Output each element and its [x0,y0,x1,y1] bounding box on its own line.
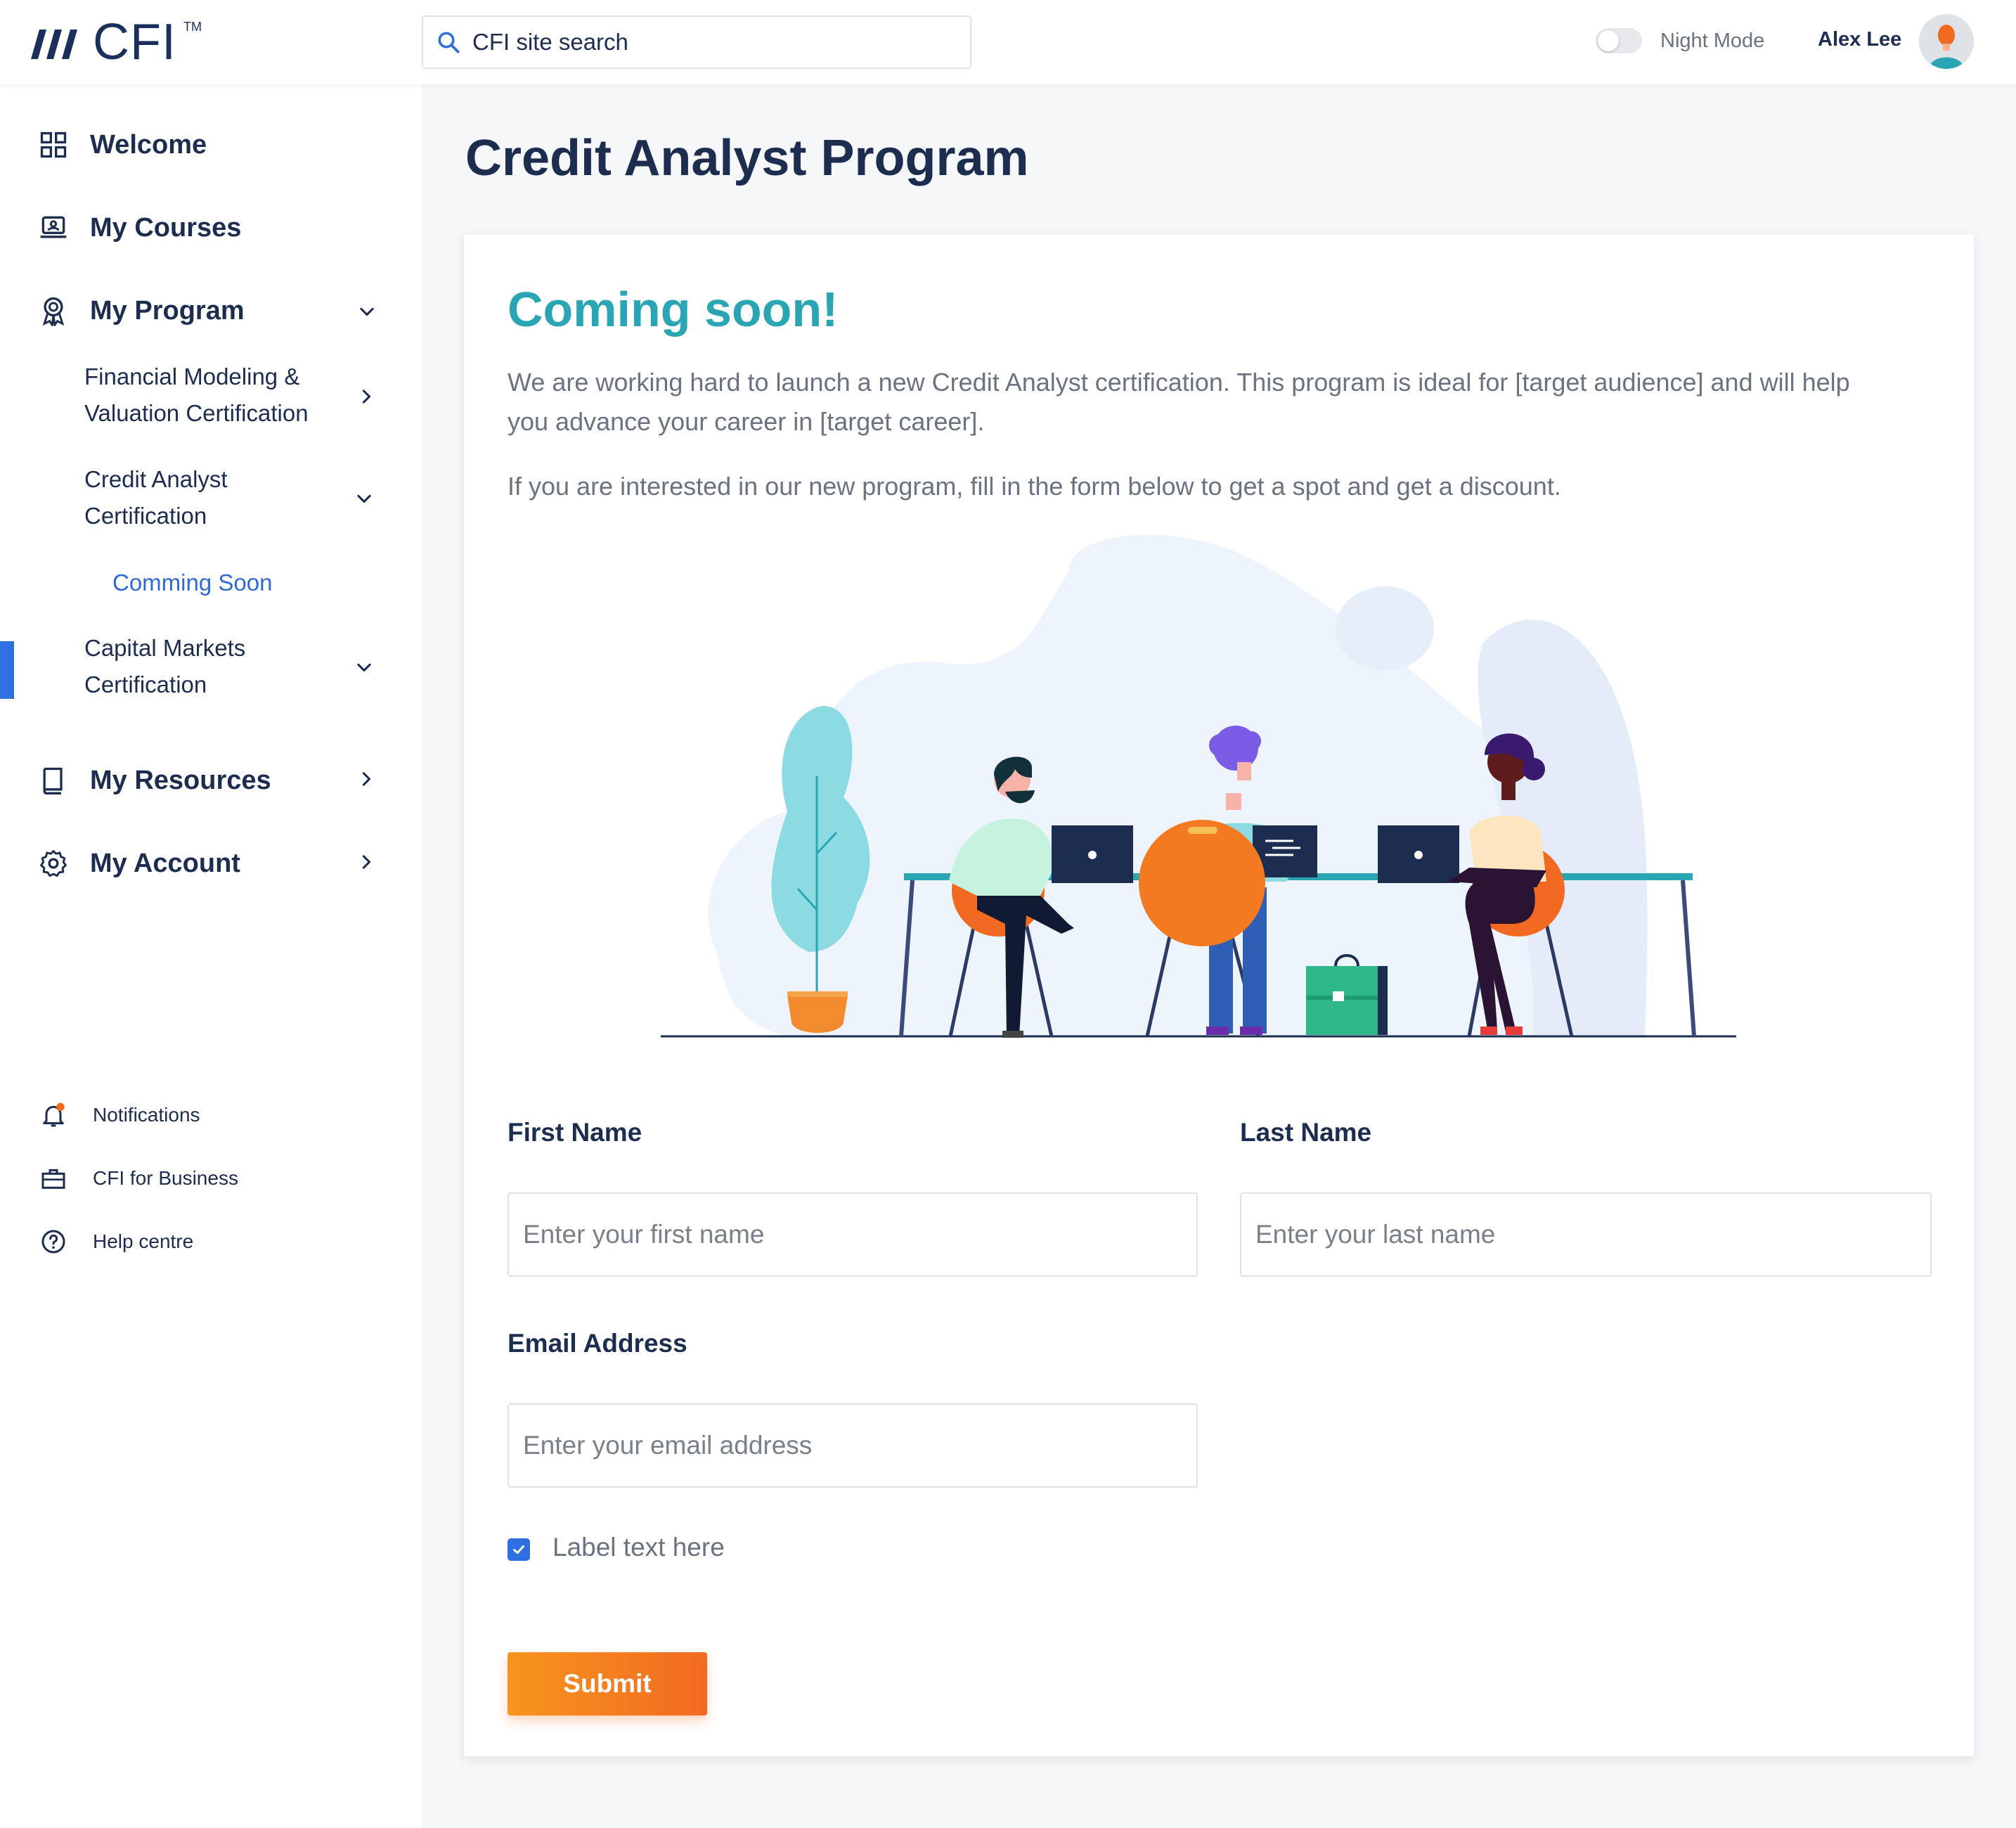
help-icon [41,1230,65,1254]
search-input[interactable]: CFI site search [472,29,628,56]
coming-soon-card: Coming soon! We are working hard to laun… [464,235,1974,1756]
briefcase-illustration [1306,954,1388,1035]
laptop-icon [40,216,67,238]
sidebar-item-my-resources[interactable]: My Resources [38,765,271,796]
gear-icon [40,850,67,877]
coming-soon-heading: Coming soon! [508,282,839,337]
night-mode-label: Night Mode [1660,29,1765,52]
grid-icon [40,131,67,158]
book-icon [43,767,63,794]
logo-trademark: TM [183,20,202,34]
consent-checkbox-label[interactable]: Label text here [553,1533,725,1562]
sidebar-item-label: My Courses [90,212,242,243]
sidebar-subitem-credit-analyst[interactable]: Credit Analyst Certification [84,461,323,534]
top-bar: CFI TM CFI site search Night Mode Alex L… [0,0,2016,84]
email-input[interactable] [508,1403,1198,1488]
page-title: Credit Analyst Program [465,130,1029,186]
sidebar-item-label: Welcome [90,129,207,160]
team-working-illustration [661,534,1736,1038]
sidebar-item-label: My Program [90,295,245,326]
sidebar-footer-help-centre[interactable]: Help centre [39,1228,193,1256]
sidebar-subitem-financial-modeling[interactable]: Financial Modeling & Valuation Certifica… [84,359,351,432]
plant-pot-rim [787,991,848,997]
sidebar-footer-label: Help centre [93,1230,194,1252]
submit-button[interactable]: Submit [508,1652,707,1716]
sidebar-item-label: My Resources [90,765,271,795]
sidebar-item-my-program[interactable]: My Program [38,295,245,326]
sidebar-subitem-capital-markets[interactable]: Capital Markets Certification [84,630,323,703]
chevron-down-icon[interactable] [354,489,374,509]
chevron-down-icon[interactable] [354,658,374,678]
user-name[interactable]: Alex Lee [1818,28,1901,51]
chevron-right-icon[interactable] [357,852,377,872]
program-form-intro: If you are interested in our new program… [508,472,1561,501]
background-circle [1336,586,1434,671]
last-name-label: Last Name [1240,1118,1372,1147]
program-description: We are working hard to launch a new Cred… [508,368,1850,436]
sidebar-item-welcome[interactable]: Welcome [38,129,207,160]
user-avatar-icon [1919,14,1974,69]
briefcase-icon [41,1169,65,1189]
sidebar-item-my-courses[interactable]: My Courses [38,212,241,243]
last-name-input[interactable] [1240,1192,1932,1277]
plant-pot [787,996,848,1033]
checkmark-icon [513,1545,524,1555]
night-mode-toggle[interactable] [1596,28,1642,53]
sidebar-footer-notifications[interactable]: Notifications [39,1101,200,1129]
award-icon [42,297,65,326]
chevron-down-icon[interactable] [357,302,377,322]
sidebar-footer-label: CFI for Business [93,1167,238,1189]
email-label: Email Address [508,1329,687,1358]
sidebar: Welcome My Courses My Program Financial … [0,84,422,1828]
consent-checkbox[interactable] [508,1538,530,1561]
night-mode[interactable]: Night Mode [1596,28,1764,53]
avatar[interactable] [1919,14,1974,69]
toggle-knob [1598,30,1619,51]
cfi-logo[interactable]: CFI TM [30,14,202,70]
active-indicator [0,641,14,699]
sidebar-footer-label: Notifications [93,1104,200,1126]
table-leg-right [1681,880,1696,1037]
chevron-right-icon[interactable] [357,769,377,789]
chevron-right-icon[interactable] [357,387,377,406]
logo-mark-icon [31,30,77,59]
first-name-label: First Name [508,1118,642,1147]
sidebar-subitem-coming-soon[interactable]: Comming Soon [112,569,272,596]
logo-text: CFI [93,14,176,70]
first-name-input[interactable] [508,1192,1198,1277]
site-search[interactable]: CFI site search [422,15,971,69]
sidebar-footer-cfi-for-business[interactable]: CFI for Business [39,1164,238,1192]
sidebar-item-label: My Account [90,848,240,878]
bell-icon [43,1102,65,1127]
sidebar-item-my-account[interactable]: My Account [38,848,240,879]
search-icon [438,32,460,53]
